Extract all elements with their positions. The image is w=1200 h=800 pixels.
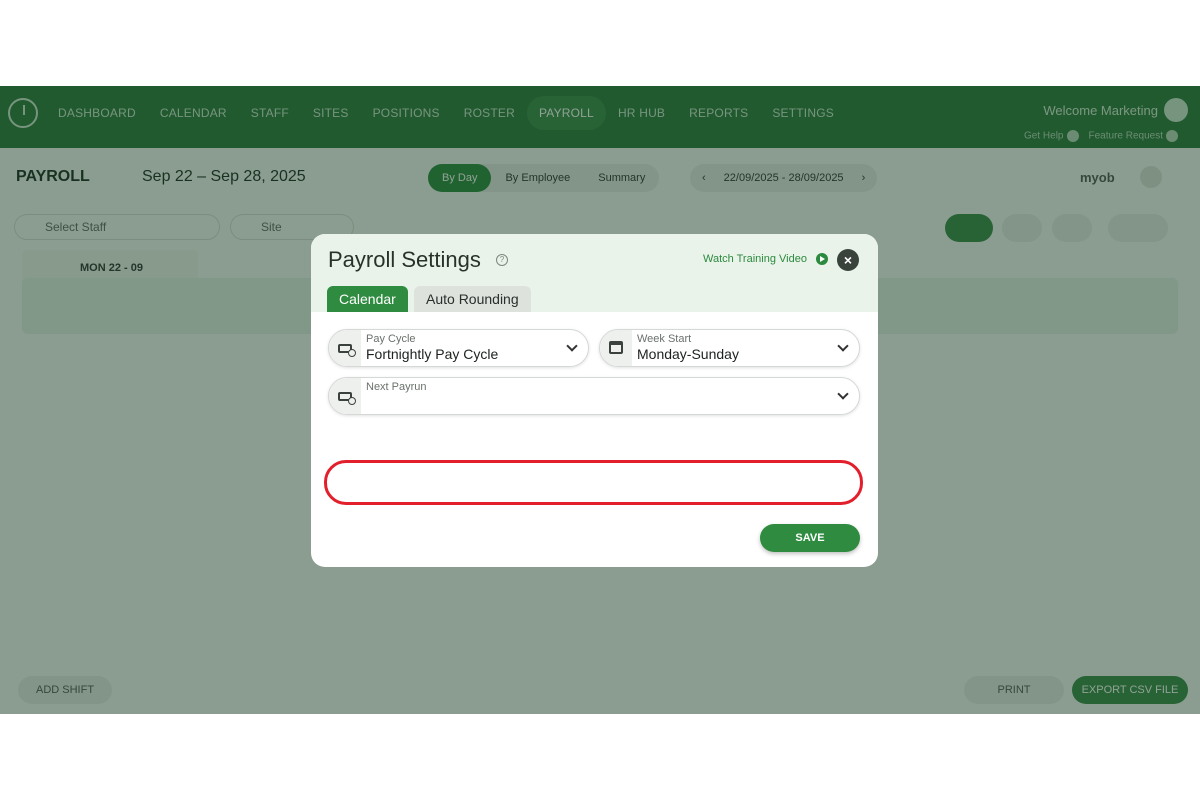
money-icon bbox=[338, 392, 356, 405]
payroll-settings-modal: Payroll Settings ? Watch Training Video … bbox=[311, 234, 878, 567]
watch-training-video-link[interactable]: Watch Training Video bbox=[703, 253, 807, 265]
chevron-down-icon bbox=[566, 340, 578, 352]
app-screen: DASHBOARD CALENDAR STAFF SITES POSITIONS… bbox=[0, 86, 1200, 714]
week-start-label: Week Start bbox=[637, 333, 692, 345]
week-start-icon-wrap bbox=[600, 330, 632, 366]
play-icon[interactable] bbox=[816, 253, 828, 265]
pay-cycle-label: Pay Cycle bbox=[366, 333, 416, 345]
save-button[interactable]: SAVE bbox=[760, 524, 860, 552]
next-payrun-select[interactable]: Next Payrun bbox=[328, 377, 860, 415]
tab-calendar[interactable]: Calendar bbox=[327, 286, 408, 312]
close-icon[interactable]: × bbox=[837, 249, 859, 271]
help-question-icon[interactable]: ? bbox=[496, 254, 508, 266]
chevron-down-icon bbox=[837, 340, 849, 352]
next-payrun-icon-wrap bbox=[329, 378, 361, 414]
pay-cycle-icon-wrap bbox=[329, 330, 361, 366]
pay-cycle-value: Fortnightly Pay Cycle bbox=[366, 346, 499, 362]
modal-title: Payroll Settings bbox=[328, 247, 481, 272]
tab-auto-rounding[interactable]: Auto Rounding bbox=[414, 286, 531, 312]
next-payrun-label: Next Payrun bbox=[366, 381, 427, 393]
week-start-value: Monday-Sunday bbox=[637, 346, 739, 362]
calendar-icon bbox=[609, 341, 623, 354]
week-start-select[interactable]: Week Start Monday-Sunday bbox=[599, 329, 860, 367]
money-icon bbox=[338, 344, 356, 357]
chevron-down-icon bbox=[837, 388, 849, 400]
pay-cycle-select[interactable]: Pay Cycle Fortnightly Pay Cycle bbox=[328, 329, 589, 367]
